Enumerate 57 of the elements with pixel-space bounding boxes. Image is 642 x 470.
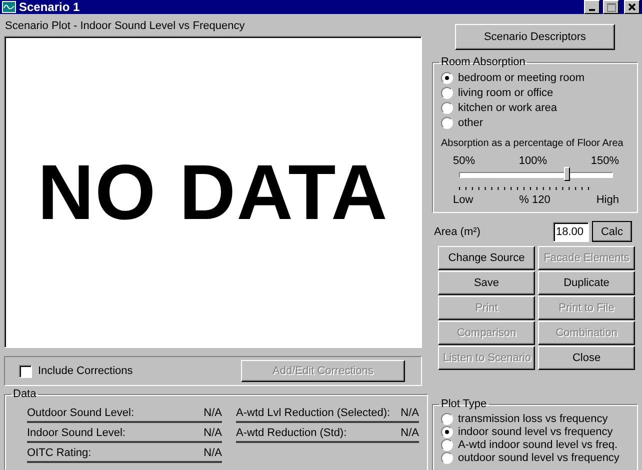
include-corrections-label: Include Corrections <box>38 365 133 377</box>
close-icon <box>628 3 636 11</box>
data-label: Indoor Sound Level: <box>27 427 126 439</box>
data-label: A-wtd Reduction (Std): <box>236 427 347 439</box>
data-value: N/A <box>204 447 222 459</box>
calc-button[interactable]: Calc <box>592 221 632 242</box>
data-value: N/A <box>204 407 222 419</box>
radio-label: other <box>458 116 484 128</box>
slider-scale-label: 100% <box>518 155 548 167</box>
action-button[interactable]: Close <box>538 346 635 370</box>
radio-label: A-wtd indoor sound level vs freq. <box>458 438 618 450</box>
absorption-label: Absorption as a percentage of Floor Area <box>441 138 624 149</box>
slider-scale-label: Low <box>453 194 474 206</box>
window-title: Scenario 1 <box>19 0 81 14</box>
slider-scale-label: 50% <box>453 155 476 167</box>
radio-label: indoor sound level vs frequency <box>458 426 613 438</box>
maximize-icon <box>606 2 616 12</box>
maximize-button[interactable] <box>603 0 619 14</box>
radio-button[interactable] <box>441 452 453 464</box>
radio-button[interactable] <box>441 72 453 84</box>
area-label: Area (m²) <box>434 226 482 238</box>
close-button[interactable] <box>624 0 640 14</box>
scenario-descriptors-button[interactable]: Scenario Descriptors <box>455 24 615 50</box>
data-value: N/A <box>400 427 419 439</box>
data-value: N/A <box>400 407 419 419</box>
data-label: A-wtd Lvl Reduction (Selected): <box>236 407 390 419</box>
app-icon <box>2 1 16 13</box>
radio-label: kitchen or work area <box>458 102 558 114</box>
slider-thumb[interactable] <box>564 167 570 181</box>
room-absorption-title: Room Absorption <box>440 56 526 68</box>
action-button[interactable]: Save <box>438 271 535 295</box>
plot-type-title: Plot Type <box>440 398 488 410</box>
minimize-button[interactable] <box>584 0 600 14</box>
data-label: Outdoor Sound Level: <box>27 407 134 419</box>
data-label: OITC Rating: <box>27 447 92 459</box>
radio-button[interactable] <box>441 102 453 114</box>
slider-scale-label: High <box>596 194 619 206</box>
slider[interactable] <box>459 167 613 181</box>
slider-scale-label: 150% <box>590 155 619 167</box>
radio-label: living room or office <box>458 86 554 98</box>
radio-button[interactable] <box>441 116 453 128</box>
radio-button[interactable] <box>441 438 453 450</box>
data-group-title: Data <box>12 388 38 400</box>
radio-label: outdoor sound level vs frequency <box>458 452 620 464</box>
slider-scale-label: % 120 <box>519 194 550 206</box>
action-button[interactable]: Change Source <box>438 246 535 270</box>
radio-button[interactable] <box>441 86 453 98</box>
data-value: N/A <box>204 427 222 439</box>
include-corrections-checkbox[interactable] <box>19 364 32 378</box>
area-input-field[interactable]: 18.00 <box>553 222 589 242</box>
radio-label: bedroom or meeting room <box>458 72 585 84</box>
radio-label: transmission loss vs frequency <box>458 412 608 424</box>
radio-button[interactable] <box>441 412 453 424</box>
no-data-message: NO DATA <box>38 146 388 238</box>
radio-button[interactable] <box>441 426 453 438</box>
action-button[interactable]: Duplicate <box>538 271 635 295</box>
plot-title: Scenario Plot - Indoor Sound Level vs Frequency <box>4 19 246 34</box>
